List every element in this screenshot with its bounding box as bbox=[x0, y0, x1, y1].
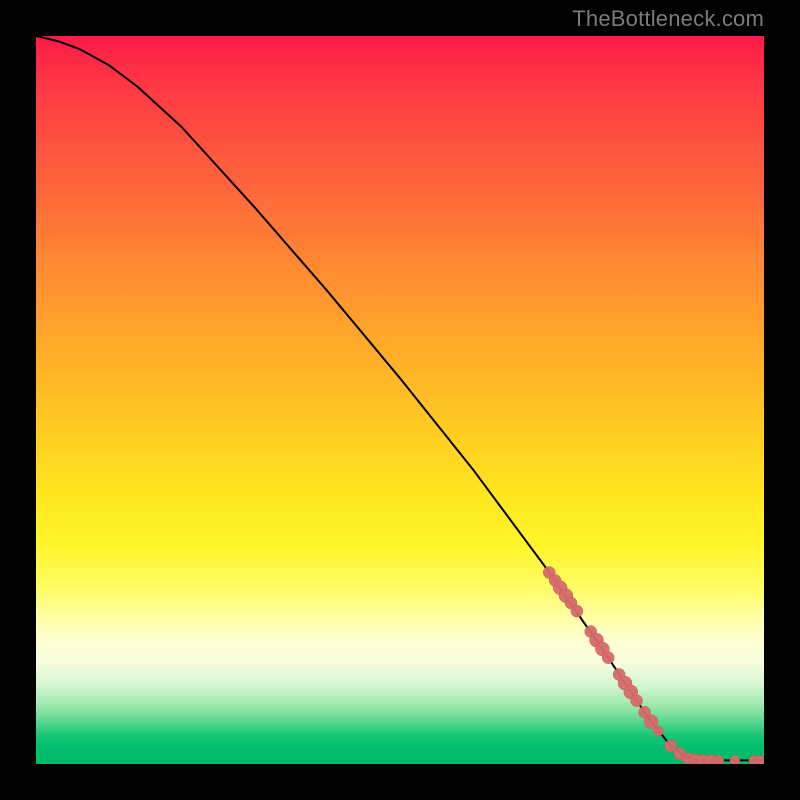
attribution-text: TheBottleneck.com bbox=[572, 6, 764, 32]
gradient-plot-area bbox=[36, 36, 764, 764]
chart-stage: TheBottleneck.com bbox=[0, 0, 800, 800]
